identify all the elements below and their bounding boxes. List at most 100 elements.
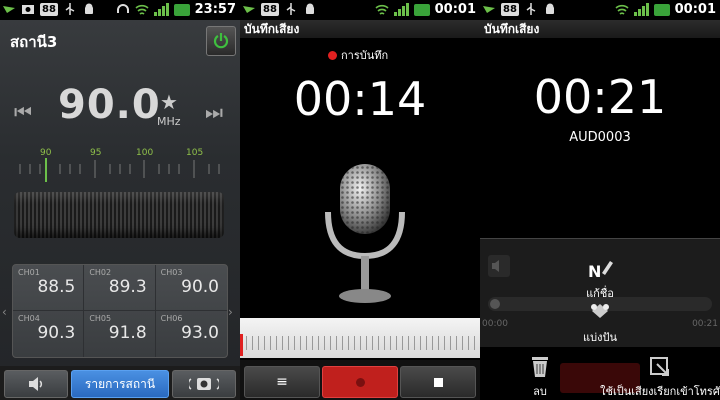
preset-item[interactable]: CH03 90.0 [155,265,227,311]
preset-frequency: 93.0 [181,323,219,343]
stop-button[interactable] [400,366,476,398]
ringtone-icon [650,357,669,376]
wifi-icon [615,4,629,15]
preset-item[interactable]: CH05 91.8 [84,311,156,357]
preset-channel: CH04 [18,314,40,323]
wifi-icon [375,4,389,15]
usb-icon [286,3,296,15]
context-menu: N แก้ชื่อ 00:00 00:21 แบ่งปัน ลบ ใช้เป็น… [480,238,720,400]
preset-frequency: 89.3 [108,277,147,297]
share-label: แบ่งปัน [583,331,617,344]
stop-icon [433,377,443,387]
preset-frequency: 90.0 [181,277,219,297]
level-ticks [246,336,476,350]
headphones-icon [116,3,129,13]
usb-icon [526,3,536,15]
playback-panel: 88 00:01 บันทึกเสียง 00:21 AUD0003 N แก้… [480,0,720,400]
preset-grid: CH01 88.5 CH02 89.3 CH03 90.0 CH04 90.3 CH05… [12,264,228,358]
tuning-dial[interactable] [14,192,224,238]
elapsed-time: 00:14 [293,72,427,126]
preset-item[interactable]: CH06 93.0 [156,311,227,357]
clock: 00:01 [434,2,476,17]
record-button[interactable] [322,366,398,398]
notification-count-badge: 88 [261,2,279,16]
signal-icon [393,3,409,16]
power-icon [213,33,229,49]
android-debug-icon [84,3,93,14]
preset-frequency: 91.8 [108,323,147,343]
app-title: บันทึกเสียง [480,20,720,38]
elapsed-time: 00:21 [533,70,667,124]
scale-tick-label: 90 [40,148,52,158]
frequency-unit: MHz [157,115,181,128]
preset-frequency: 88.5 [37,277,76,297]
frequency-display: 90.0 [58,82,161,128]
notification-count-badge: 88 [501,2,519,16]
android-debug-icon [545,3,554,14]
presets-prev-icon[interactable]: ‹ [2,305,7,319]
preset-item[interactable]: CH04 90.3 [13,311,85,357]
share-icon [591,304,609,318]
clock: 23:57 [194,2,236,17]
preset-channel: CH05 [89,314,112,323]
chevron-icon [483,6,495,13]
preset-item[interactable]: CH02 89.3 [84,265,156,311]
speaker-button[interactable] [4,370,68,398]
presets-next-icon[interactable]: › [228,305,233,319]
wifi-icon [135,4,149,15]
station-name: สถานี3 [10,33,58,51]
recording-filename: AUD0003 [569,130,631,145]
level-needle [240,334,243,356]
signal-icon [153,3,169,16]
power-button[interactable] [206,26,236,56]
share-menu-item[interactable]: แบ่งปัน [480,301,720,346]
usb-icon [65,3,75,15]
svg-text:N: N [588,262,601,281]
set-ringtone-label: ใช้เป็นเสียงเรียกเข้าโทรศั [600,385,720,398]
list-icon: ≡ [276,374,288,390]
preset-channel: CH06 [160,314,183,323]
camera-icon [22,5,34,14]
android-debug-icon [305,3,314,14]
status-bar: 88 00:01 [240,0,480,20]
scale-ticks [19,158,220,182]
recording-indicator: การบันทึก [328,46,388,64]
scale-tick-label: 100 [136,148,154,158]
frequency-scale: 90 95 100 105 [14,148,226,188]
station-list-button[interactable]: รายการสถานี [71,370,169,398]
signal-icon [633,3,649,16]
rename-icon: N [588,261,613,281]
notification-count-badge: 88 [40,2,58,16]
recorder-panel: 88 00:01 บันทึกเสียง การบันทึก 00:14 ≡ [240,0,480,400]
recorder-icon [189,378,219,390]
scale-tick-label: 105 [186,148,204,158]
battery-icon [653,3,670,16]
recording-label: การบันทึก [341,49,389,62]
preset-channel: CH01 [18,268,40,277]
fm-radio-panel: 88 23:57 สถานี3 ⏮ 90.0 ★ MHz ⏭ 90 95 100… [0,0,240,400]
level-meter [240,318,480,358]
preset-channel: CH03 [160,268,183,277]
battery-icon [413,3,430,16]
seek-previous-icon[interactable]: ⏮ [14,100,32,124]
status-bar: 88 00:01 [480,0,720,20]
record-icon [355,377,365,387]
app-title: บันทึกเสียง [240,20,480,38]
favorite-star-icon[interactable]: ★ [160,90,178,114]
preset-item[interactable]: CH01 88.5 [13,265,85,311]
status-bar: 88 23:57 [0,0,240,20]
seek-next-icon[interactable]: ⏭ [205,100,223,124]
microphone-icon [325,164,405,303]
clock: 00:01 [674,2,716,17]
preset-channel: CH02 [89,268,112,277]
recording-dot-icon [328,50,337,60]
battery-icon [173,3,190,16]
chevron-icon [3,6,15,13]
set-ringtone-menu-item[interactable]: ใช้เป็นเสียงเรียกเข้าโทรศั [540,355,720,400]
list-button[interactable]: ≡ [244,366,320,398]
rename-menu-item[interactable]: N แก้ชื่อ [480,257,720,302]
preset-frequency: 90.3 [37,323,76,343]
scale-tick-label: 95 [90,148,102,158]
record-radio-button[interactable] [172,370,236,398]
chevron-icon [243,6,255,13]
